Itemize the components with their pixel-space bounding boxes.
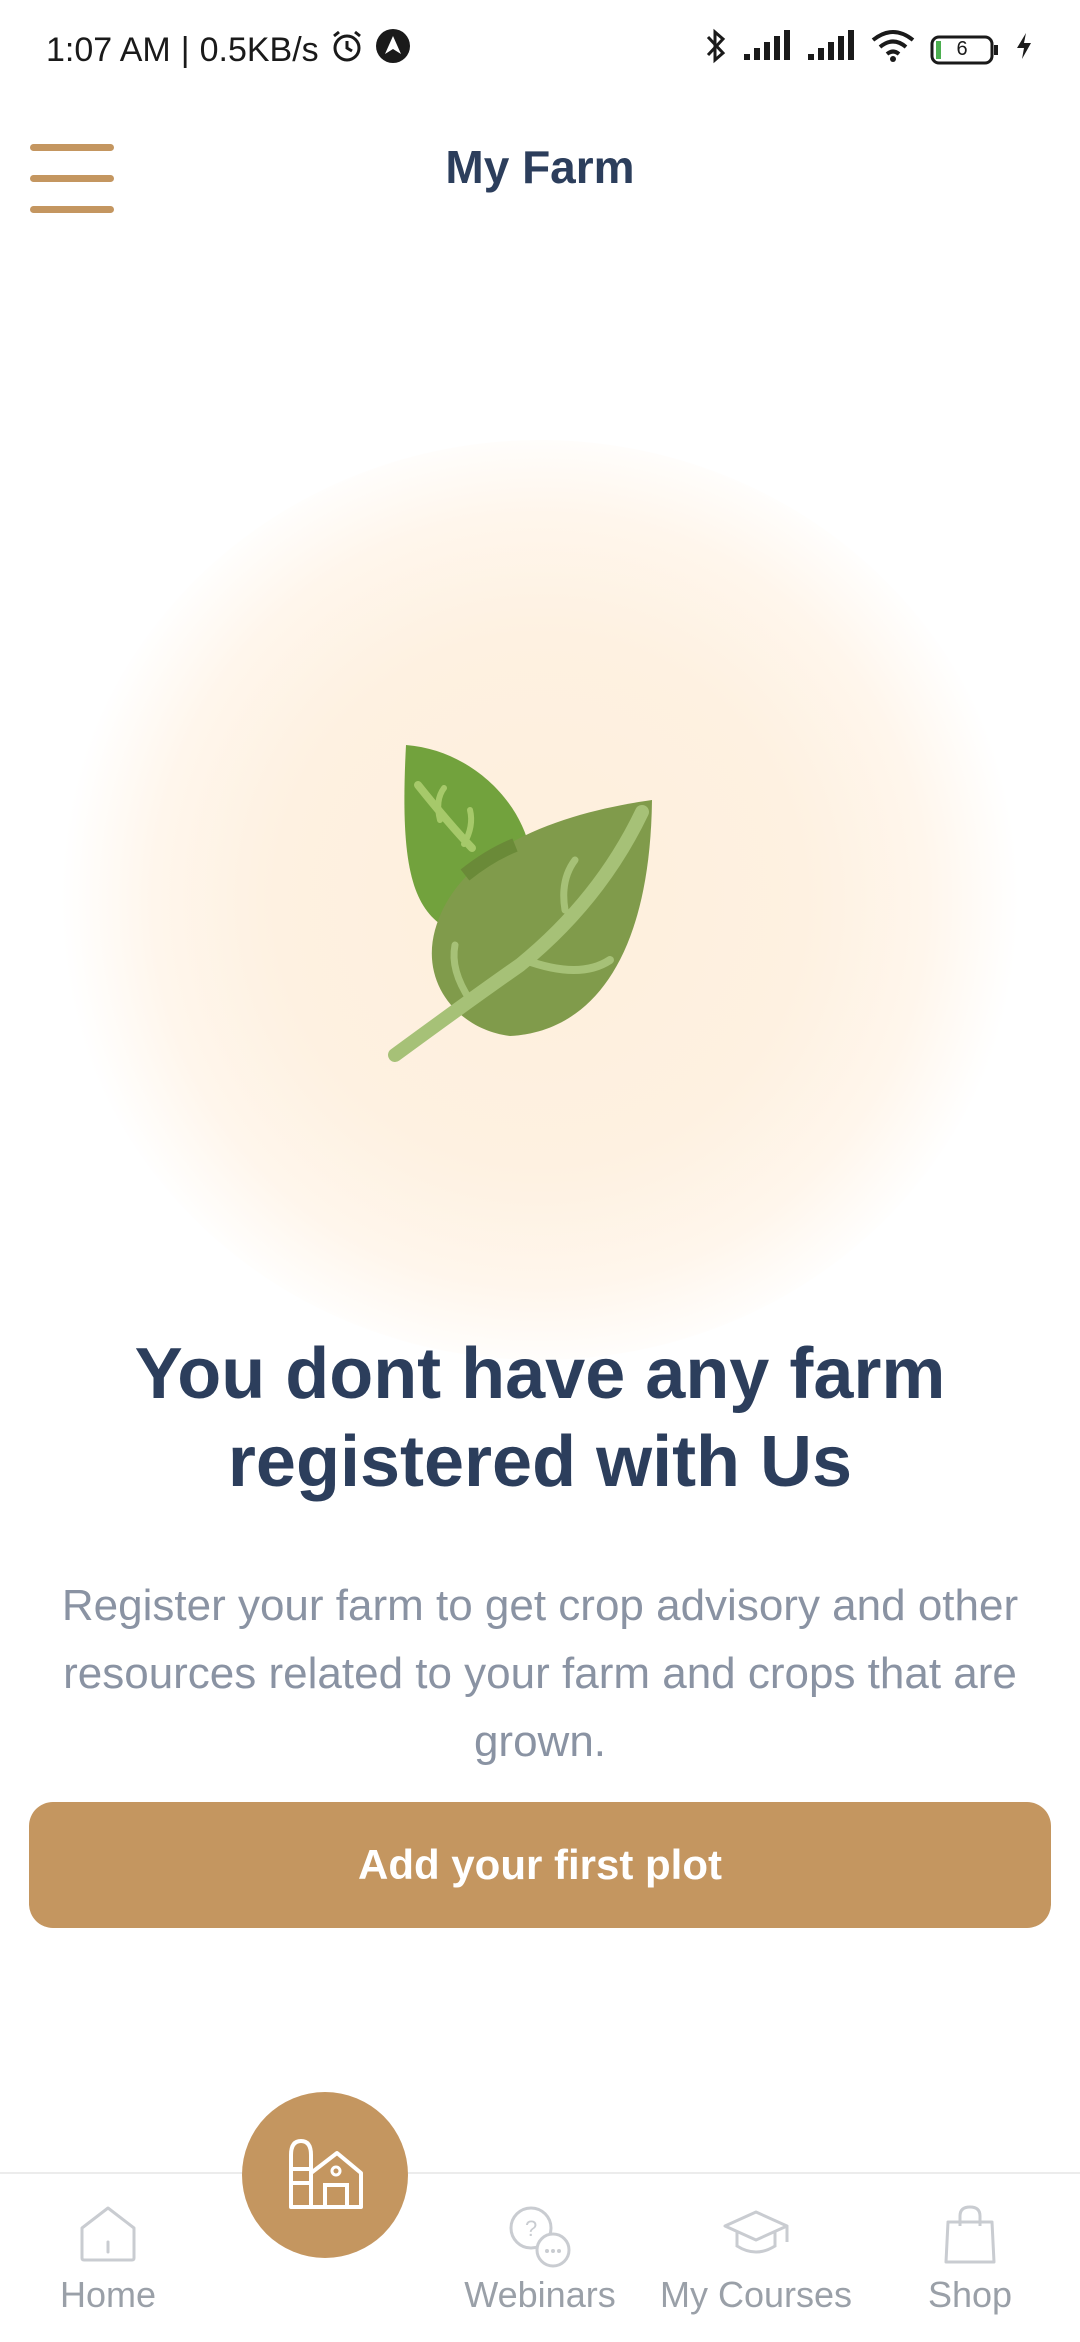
status-time: 1:07 AM <box>46 30 171 69</box>
shopping-bag-icon <box>942 2204 998 2271</box>
status-separator: | <box>180 30 190 69</box>
signal-icon <box>742 29 792 71</box>
nav-item-my-courses[interactable]: My Courses <box>648 2174 864 2342</box>
nav-label-shop: Shop <box>927 2274 1013 2315</box>
signal-icon-2 <box>806 29 856 71</box>
nav-item-shop[interactable]: Shop <box>880 2174 1060 2342</box>
menu-icon-line <box>30 206 114 213</box>
home-icon <box>76 2204 140 2269</box>
battery-level: 6 <box>956 38 968 60</box>
add-first-plot-button[interactable]: Add your first plot <box>29 1802 1051 1928</box>
status-net-speed: 0.5KB/s <box>199 30 319 69</box>
empty-state-description: Register your farm to get crop advisory … <box>61 1581 1019 1766</box>
my-farm-fab-button[interactable] <box>242 2092 408 2258</box>
leaf-icon <box>380 730 700 1070</box>
empty-state-headline: You dont have any farm registered with U… <box>134 1334 946 1502</box>
alarm-icon <box>329 28 365 73</box>
bluetooth-icon <box>704 27 728 74</box>
app-bar: My Farm <box>0 100 1080 260</box>
farm-barn-icon <box>285 2135 365 2216</box>
page-title: My Farm <box>445 141 635 193</box>
nav-label-my-courses: My Courses <box>659 2274 853 2315</box>
svg-text:?: ? <box>525 2216 537 2241</box>
nav-item-home[interactable]: Home <box>0 2174 216 2342</box>
graduation-cap-icon <box>721 2204 791 2269</box>
status-bar: 1:07 AM | 0.5KB/s 6 <box>0 0 1080 100</box>
nav-item-webinars[interactable]: ? Webinars <box>450 2174 630 2342</box>
navigation-app-icon <box>375 28 411 73</box>
bottom-navigation: Home ? Webinars My Courses Shop <box>0 2172 1080 2342</box>
wifi-icon <box>870 29 916 72</box>
battery-icon: 6 <box>930 34 1000 66</box>
charging-icon <box>1014 31 1034 70</box>
chat-help-icon: ? <box>505 2204 575 2275</box>
nav-label-webinars: Webinars <box>464 2274 616 2315</box>
nav-label-home: Home <box>59 2274 157 2315</box>
